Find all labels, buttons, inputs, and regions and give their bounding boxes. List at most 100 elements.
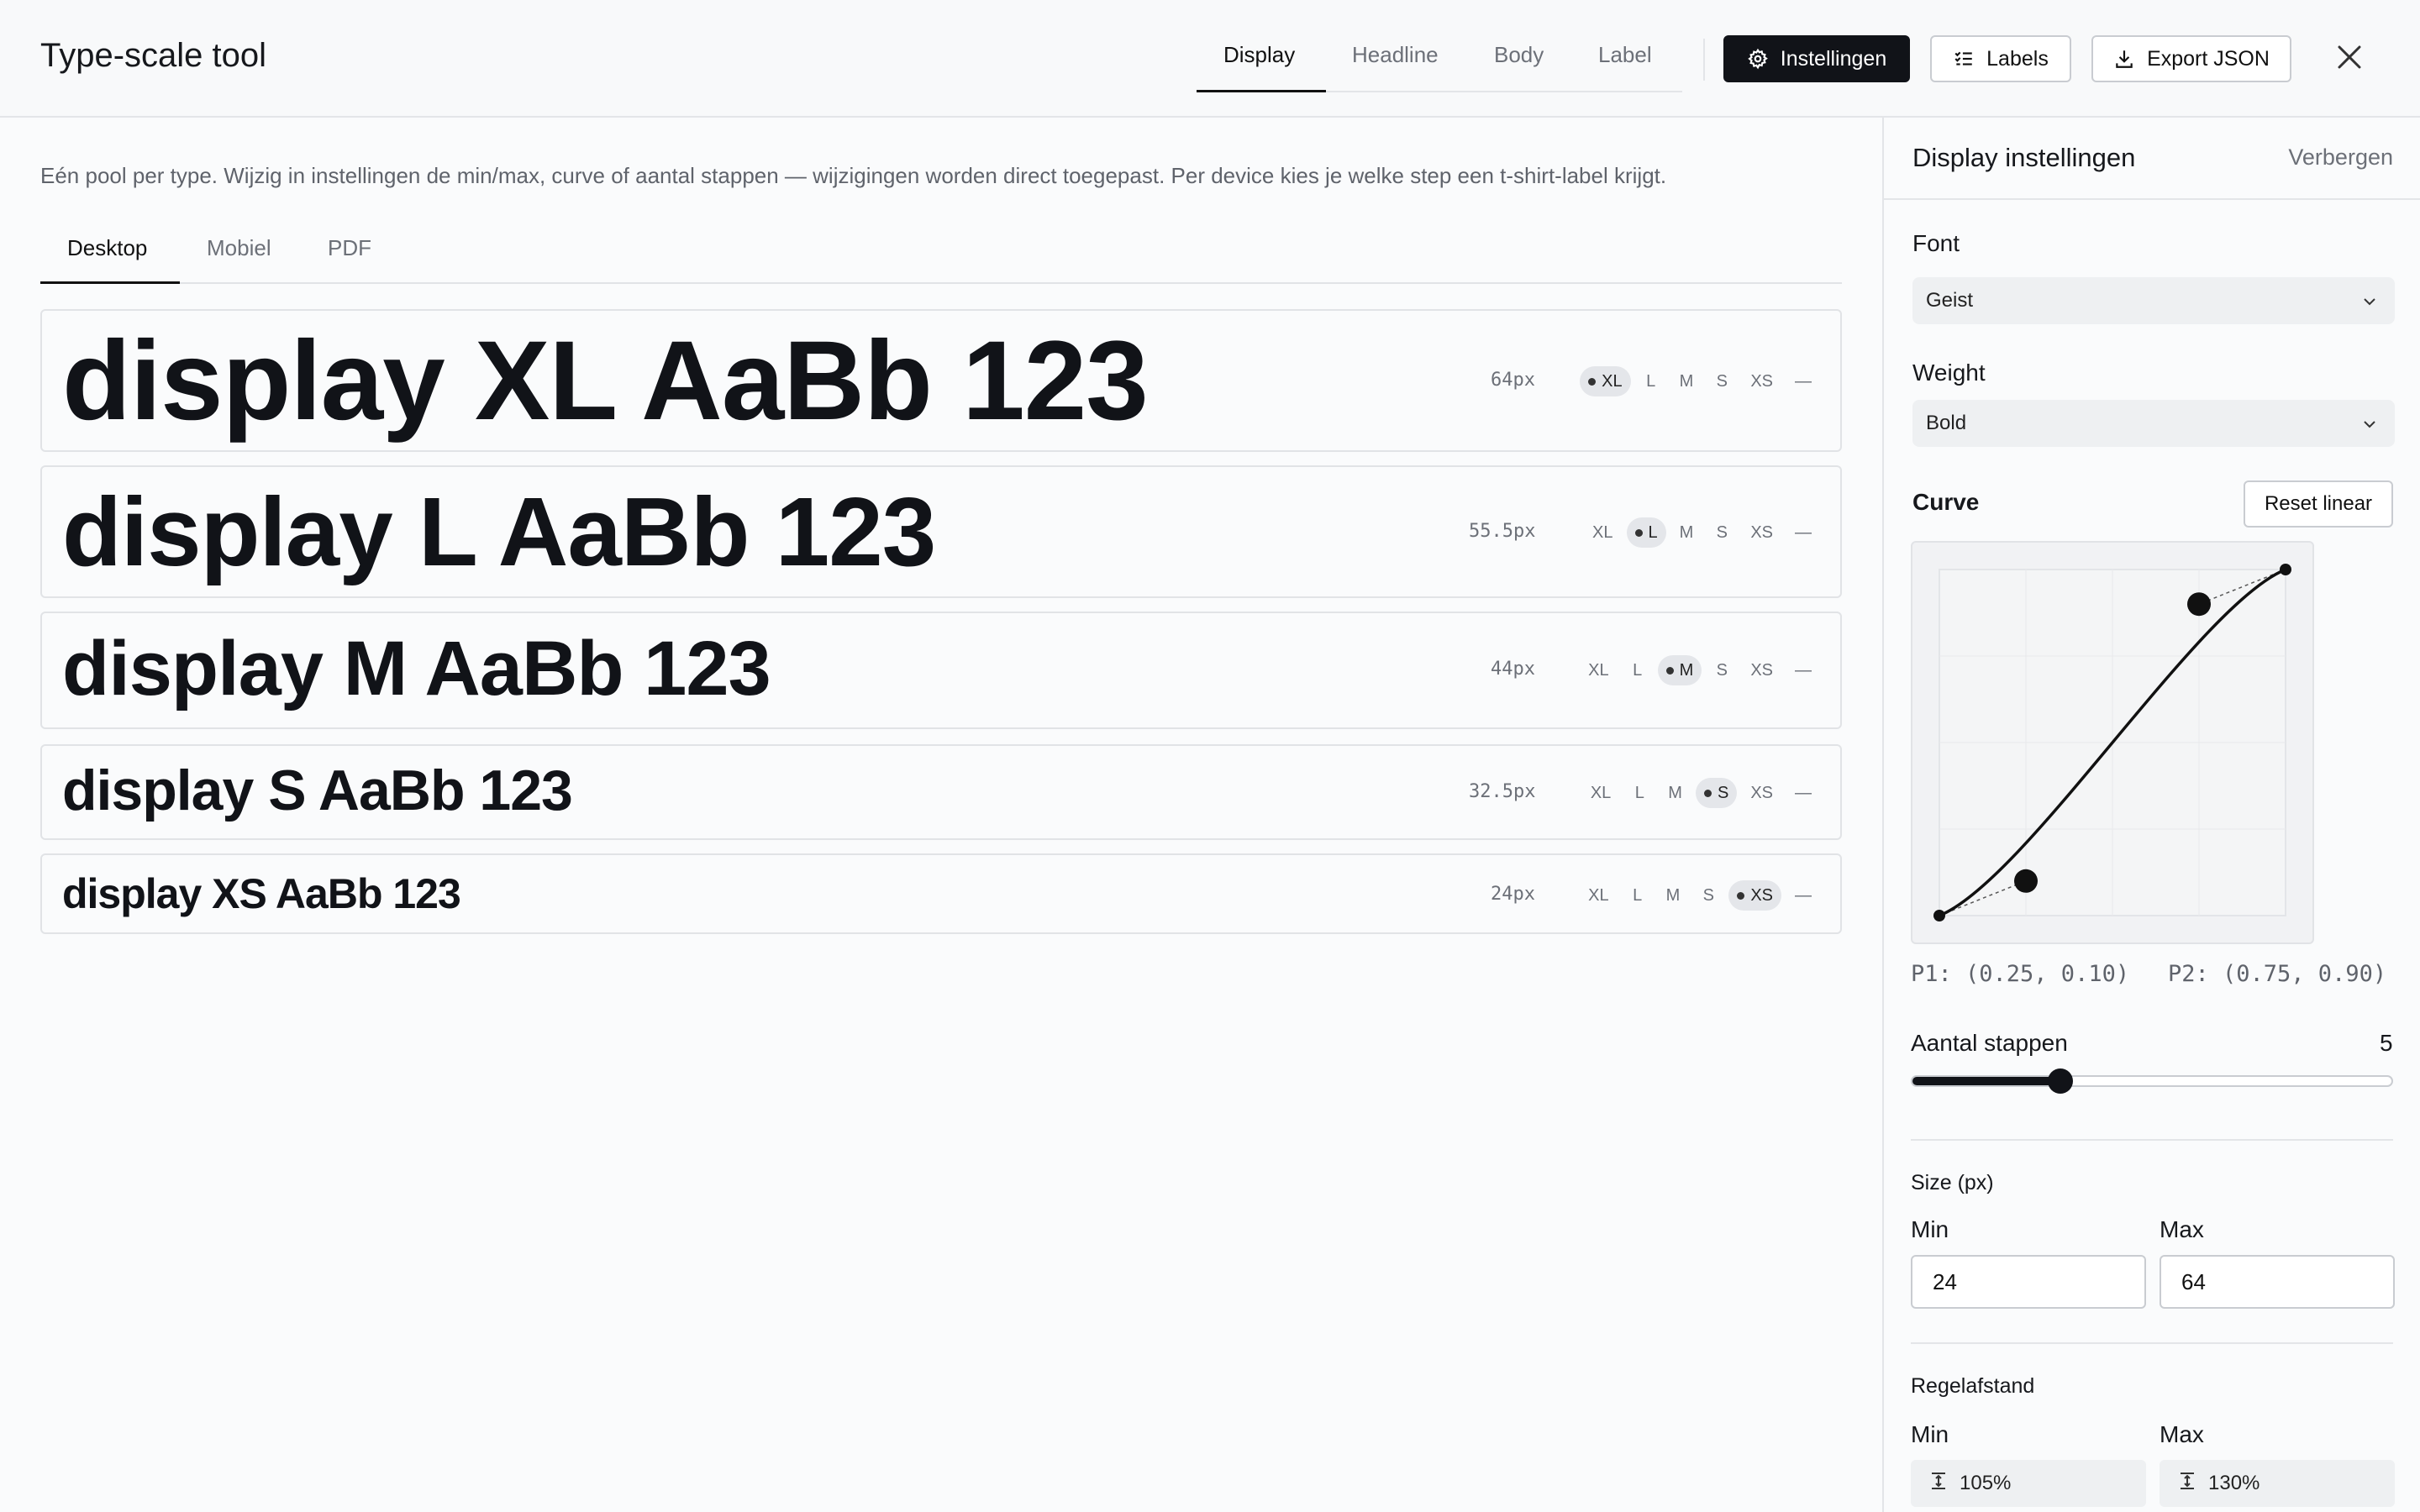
label-chip[interactable]: L [1626, 517, 1666, 548]
panel-title: Display instellingen [1912, 143, 2136, 172]
label-chip[interactable]: L [1624, 778, 1655, 808]
label-chip[interactable]: S [1695, 778, 1738, 808]
device-tabs: Desktop Mobiel PDF [40, 223, 1842, 284]
label-chip[interactable]: — [1786, 366, 1820, 396]
label-chip[interactable]: S [1707, 366, 1737, 396]
download-icon [2113, 48, 2135, 70]
steps-slider[interactable] [1911, 1075, 2393, 1087]
p2-coordinates: P2: (0.75, 0.90) [2168, 961, 2387, 987]
steps-slider-fill [1912, 1077, 2061, 1085]
label-chip[interactable]: S [1707, 517, 1737, 548]
label-chip[interactable]: XL [1582, 778, 1619, 808]
size-min-input[interactable]: 24 [1911, 1255, 2146, 1309]
tab-pdf[interactable]: PDF [328, 235, 371, 261]
close-icon[interactable] [2331, 39, 2368, 76]
label-chip[interactable]: — [1786, 517, 1820, 548]
export-json-button[interactable]: Export JSON [2091, 35, 2291, 82]
size-max-input[interactable]: 64 [2160, 1255, 2395, 1309]
line-height-icon [1929, 1472, 1948, 1496]
label-chips: XL L M S XS — [1584, 517, 1820, 548]
selected-dot-icon [1588, 377, 1597, 386]
label-chip[interactable]: L [1623, 655, 1653, 685]
label-chips: XL L M S XS — [1580, 655, 1820, 685]
tab-mobiel[interactable]: Mobiel [207, 235, 271, 261]
label-chip[interactable]: XS [1742, 366, 1781, 396]
sample-text: display XS AaBb 123 [62, 870, 461, 917]
intro-text: Eén pool per type. Wijzig in instellinge… [40, 163, 1667, 188]
type-tabs: Display Headline Body Label [1197, 34, 1682, 92]
label-chips: XL L M S XS — [1580, 366, 1820, 396]
steps-count-value: 5 [2380, 1030, 2393, 1056]
label-chip[interactable]: — [1786, 880, 1820, 911]
settings-button-label: Instellingen [1780, 46, 1887, 71]
label-chip-text: S [1716, 371, 1728, 391]
hide-panel-link[interactable]: Verbergen [2288, 144, 2393, 171]
label-chip-text: L [1648, 522, 1658, 542]
label-chip-text: XS [1750, 522, 1773, 542]
active-tab-indicator [1197, 90, 1326, 92]
step-card-m: display M AaBb 123 44px XL L M S XS — [40, 612, 1842, 729]
reset-linear-button[interactable]: Reset linear [2244, 480, 2393, 528]
label-chip[interactable]: M [1660, 778, 1691, 808]
label-chip[interactable]: M [1657, 655, 1702, 685]
steps-slider-thumb[interactable] [2047, 1068, 2073, 1094]
selected-dot-icon [1634, 528, 1643, 537]
tab-display[interactable]: Display [1223, 42, 1295, 68]
labels-button[interactable]: Labels [1930, 35, 2071, 82]
chevron-down-icon [2361, 292, 2378, 316]
label-chip[interactable]: XS [1742, 778, 1781, 808]
label-chip[interactable]: XL [1580, 366, 1631, 396]
label-chip[interactable]: S [1693, 880, 1723, 911]
label-chip[interactable]: M [1671, 517, 1702, 548]
label-chip-text: — [1795, 783, 1812, 802]
chevron-down-icon [2361, 415, 2378, 438]
sample-text: display L AaBb 123 [62, 477, 936, 586]
label-chip[interactable]: XS [1742, 655, 1781, 685]
label-chip[interactable]: — [1786, 655, 1820, 685]
control-point-p2 [2187, 592, 2211, 617]
label-chip-text: M [1665, 885, 1681, 905]
tab-desktop[interactable]: Desktop [67, 235, 147, 261]
leading-min-value: 105% [1960, 1472, 2012, 1494]
label-chip[interactable]: — [1786, 778, 1820, 808]
label-chip-text: XS [1750, 660, 1773, 680]
label-chip-text: XS [1750, 783, 1773, 802]
weight-select[interactable]: Bold [1912, 400, 2395, 447]
label-chip[interactable]: XS [1728, 880, 1781, 911]
label-chip-text: XS [1750, 371, 1773, 391]
app-title: Type-scale tool [40, 37, 267, 74]
tab-body[interactable]: Body [1494, 42, 1544, 68]
leading-max-label: Max [2160, 1421, 2204, 1447]
steps-count-label: Aantal stappen [1911, 1030, 2068, 1056]
label-chip[interactable]: L [1623, 880, 1653, 911]
font-select[interactable]: Geist [1912, 277, 2395, 324]
label-chip-text: L [1646, 371, 1656, 391]
label-chip[interactable]: XL [1584, 517, 1621, 548]
label-chip[interactable]: M [1671, 366, 1702, 396]
p1-coordinates: P1: (0.25, 0.10) [1911, 961, 2130, 987]
tab-headline[interactable]: Headline [1352, 42, 1439, 68]
curve-graph [1933, 564, 2291, 921]
label-chip[interactable]: L [1636, 366, 1666, 396]
settings-button[interactable]: Instellingen [1723, 35, 1910, 82]
label-chip-text: — [1795, 522, 1812, 542]
leading-min-input[interactable]: 105% [1911, 1460, 2146, 1507]
label-chip[interactable]: M [1658, 880, 1689, 911]
tab-label[interactable]: Label [1598, 42, 1652, 68]
font-select-value: Geist [1926, 289, 1974, 312]
leading-max-input[interactable]: 130% [2160, 1460, 2395, 1507]
label-chip[interactable]: XS [1742, 517, 1781, 548]
label-chip-text: L [1633, 885, 1643, 905]
step-card-s: display S AaBb 123 32.5px XL L M S XS — [40, 744, 1842, 840]
size-label: 64px [1491, 370, 1535, 391]
label-chip[interactable]: S [1707, 655, 1737, 685]
label-chip[interactable]: XL [1580, 880, 1617, 911]
label-chip-text: M [1679, 660, 1694, 680]
label-chips: XL L M S XS — [1582, 778, 1820, 808]
step-card-xl: display XL AaBb 123 64px XL L M S XS — [40, 309, 1842, 452]
label-chip-text: XL [1588, 660, 1609, 680]
bezier-curve-editor[interactable] [1911, 541, 2314, 944]
label-chip-text: — [1795, 885, 1812, 905]
weight-label: Weight [1912, 360, 1986, 386]
label-chip[interactable]: XL [1580, 655, 1617, 685]
